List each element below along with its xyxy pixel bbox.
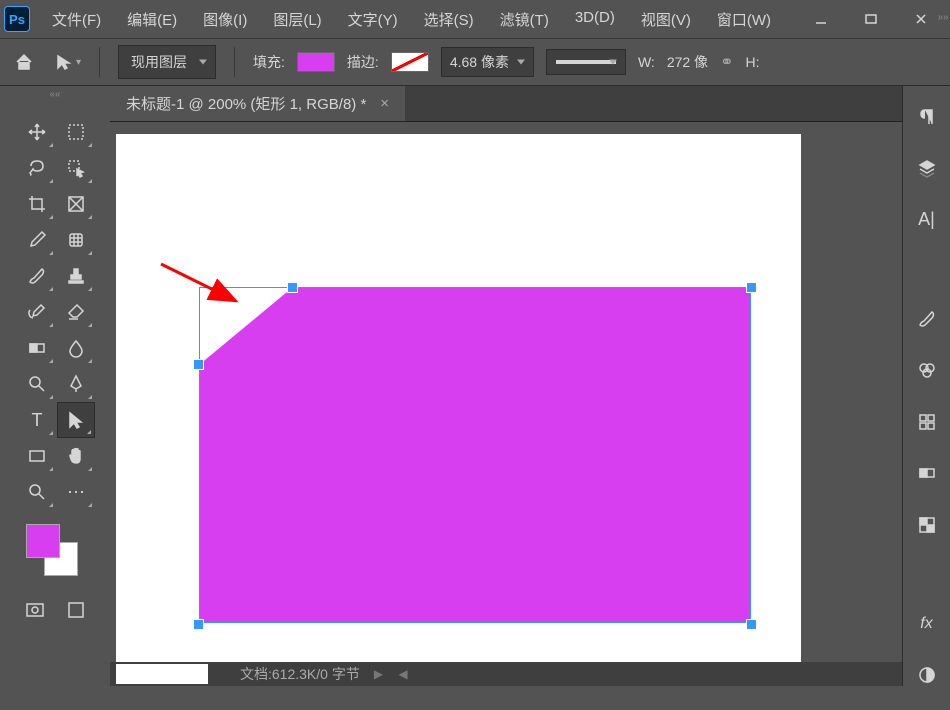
menu-3d[interactable]: 3D(D) <box>563 3 627 36</box>
width-value[interactable]: 272 像 <box>667 52 708 72</box>
menu-bar: 文件(F) 编辑(E) 图像(I) 图层(L) 文字(Y) 选择(S) 滤镜(T… <box>40 3 783 36</box>
handle-top-left[interactable] <box>287 282 298 293</box>
eraser-tool[interactable] <box>57 294 95 330</box>
gradient-tool[interactable] <box>18 330 56 366</box>
quick-mask-icon[interactable] <box>18 592 51 628</box>
menu-image[interactable]: 图像(I) <box>191 3 259 36</box>
quick-select-tool[interactable] <box>57 150 95 186</box>
app-logo: Ps <box>4 6 30 32</box>
stamp-tool[interactable] <box>57 258 95 294</box>
lasso-tool[interactable] <box>18 150 56 186</box>
document-tab-title: 未标题-1 @ 200% (矩形 1, RGB/8) * <box>126 93 366 114</box>
brushes-icon[interactable] <box>915 308 939 329</box>
marquee-tool[interactable] <box>57 114 95 150</box>
maximize-button[interactable] <box>846 4 896 34</box>
properties-icon[interactable] <box>915 411 939 432</box>
handle-bottom-left[interactable] <box>193 619 204 630</box>
panel-collapse-right[interactable]: »» <box>936 12 950 24</box>
annotation-arrow <box>156 259 246 309</box>
zoom-input[interactable] <box>116 664 208 684</box>
status-bar: 文档:612.3K/0 字节 ▶ ◀ <box>110 662 902 686</box>
frame-tool[interactable] <box>57 186 95 222</box>
status-arrows[interactable]: ▶ ◀ <box>374 667 414 681</box>
menu-file[interactable]: 文件(F) <box>40 3 113 36</box>
menu-select[interactable]: 选择(S) <box>412 3 486 36</box>
gradient-panel-icon[interactable] <box>915 462 939 483</box>
toolbox: «« T⋯ <box>0 86 110 686</box>
history-brush-tool[interactable] <box>18 294 56 330</box>
canvas-pane[interactable] <box>110 122 902 662</box>
menu-view[interactable]: 视图(V) <box>629 3 703 36</box>
layer-target-dropdown[interactable]: 现用图层 <box>118 45 216 79</box>
pen-tool[interactable] <box>57 366 95 402</box>
handle-mid-left[interactable] <box>193 359 204 370</box>
separator <box>234 47 235 77</box>
patterns-icon[interactable] <box>915 514 939 535</box>
path-select-tool[interactable] <box>57 402 95 438</box>
separator <box>99 47 100 77</box>
swatches-icon[interactable] <box>915 360 939 381</box>
options-bar: ▾ 现用图层 填充: 描边: 4.68 像素 W: 272 像 ⚭ H: <box>0 38 950 86</box>
fill-label: 填充: <box>253 52 285 72</box>
color-swatches <box>0 518 110 588</box>
move-tool[interactable] <box>18 114 56 150</box>
eyedropper-tool[interactable] <box>18 222 56 258</box>
status-text: 文档:612.3K/0 字节 <box>240 664 360 684</box>
menu-type[interactable]: 文字(Y) <box>336 3 410 36</box>
title-bar: Ps 文件(F) 编辑(E) 图像(I) 图层(L) 文字(Y) 选择(S) 滤… <box>0 0 950 38</box>
minimize-button[interactable] <box>796 4 846 34</box>
hand-tool[interactable] <box>57 438 95 474</box>
patch-tool[interactable] <box>57 222 95 258</box>
screen-mode-icon[interactable] <box>59 592 92 628</box>
rectangle-tool[interactable] <box>18 438 56 474</box>
close-icon[interactable]: × <box>380 95 389 112</box>
menu-edit[interactable]: 编辑(E) <box>115 3 189 36</box>
tool-indicator[interactable]: ▾ <box>56 54 81 70</box>
menu-window[interactable]: 窗口(W) <box>705 3 783 36</box>
brush-tool[interactable] <box>18 258 56 294</box>
type-tool[interactable]: T <box>18 402 56 438</box>
document-tab-bar: 未标题-1 @ 200% (矩形 1, RGB/8) * × »» <box>110 86 902 122</box>
right-panel-dock: A| fx <box>902 86 950 686</box>
stroke-label: 描边: <box>347 52 379 72</box>
styles-icon[interactable]: fx <box>915 613 939 634</box>
layers-stack-icon[interactable] <box>915 157 939 178</box>
stroke-width-input[interactable]: 4.68 像素 <box>441 47 534 77</box>
menu-layer[interactable]: 图层(L) <box>261 3 333 36</box>
footer <box>0 686 950 710</box>
stroke-color-swatch[interactable] <box>391 52 429 72</box>
height-label: H: <box>745 54 759 70</box>
menu-filter[interactable]: 滤镜(T) <box>488 3 561 36</box>
adjustments-icon[interactable] <box>915 665 939 686</box>
artboard[interactable] <box>116 134 801 662</box>
home-icon[interactable] <box>14 52 34 72</box>
window-controls <box>796 4 946 34</box>
document-tab[interactable]: 未标题-1 @ 200% (矩形 1, RGB/8) * × <box>110 86 405 121</box>
dodge-tool[interactable] <box>18 366 56 402</box>
canvas-region: 未标题-1 @ 200% (矩形 1, RGB/8) * × »» <box>110 86 902 686</box>
handle-bottom-right[interactable] <box>746 619 757 630</box>
paragraph-icon[interactable] <box>915 106 939 127</box>
handle-top-right[interactable] <box>746 282 757 293</box>
character-icon[interactable]: A| <box>915 209 939 230</box>
foreground-color[interactable] <box>26 524 60 558</box>
crop-tool[interactable] <box>18 186 56 222</box>
more-tool[interactable]: ⋯ <box>57 474 95 510</box>
width-label: W: <box>638 54 655 70</box>
link-wh-icon[interactable]: ⚭ <box>720 52 733 72</box>
selection-outline <box>199 287 751 623</box>
toolbox-collapse[interactable]: «« <box>0 86 110 102</box>
zoom-tool[interactable] <box>18 474 56 510</box>
stroke-style-dropdown[interactable] <box>546 49 626 75</box>
fill-color-swatch[interactable] <box>297 52 335 72</box>
blur-tool[interactable] <box>57 330 95 366</box>
